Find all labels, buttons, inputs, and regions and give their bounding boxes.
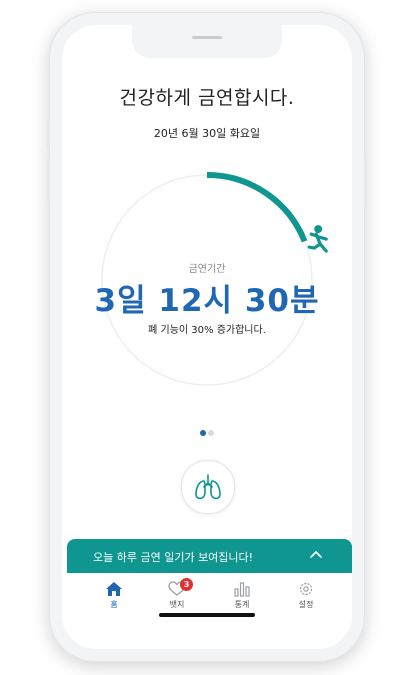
lung-button[interactable] (181, 460, 235, 514)
progress-ring-arc (206, 172, 308, 243)
app-screen: 건강하게 금연합시다. 20년 6월 30일 화요일 금연기간 3일 12시 3… (62, 25, 352, 649)
tab-label: 통계 (234, 600, 250, 609)
phone-side-button (47, 160, 50, 202)
tab-stats[interactable]: 통계 (212, 581, 272, 610)
tab-settings[interactable]: 설정 (276, 581, 336, 610)
quit-period-label: 금연기간 (188, 264, 226, 275)
quit-duration: 3일 12시 30분 (94, 283, 320, 319)
diary-banner-text: 오늘 하루 금연 일기가 보여집니다! (93, 551, 254, 564)
phone-side-button (364, 155, 367, 211)
tab-badges[interactable]: 3 뱃지 (147, 578, 207, 610)
gear-icon (299, 582, 313, 596)
home-icon (106, 582, 122, 596)
page-dot-active[interactable] (200, 430, 206, 436)
lungs-icon (195, 474, 221, 500)
page-dot[interactable] (208, 430, 214, 436)
tab-label: 홈 (110, 600, 118, 609)
phone-side-button (47, 120, 50, 148)
notification-badge: 3 (180, 578, 193, 591)
chevron-up-icon[interactable] (309, 549, 323, 559)
bar-chart-icon (234, 582, 250, 597)
bottom-tab-bar: 홈 3 뱃지 통계 설정 (62, 573, 352, 625)
home-indicator (159, 613, 255, 617)
health-message: 폐 기능이 30% 증가합니다. (148, 325, 266, 336)
tab-home[interactable]: 홈 (84, 581, 144, 610)
progress-ring (101, 172, 328, 386)
tab-label: 뱃지 (169, 600, 185, 609)
tab-label: 설정 (298, 600, 314, 609)
runner-icon (307, 225, 328, 253)
diary-banner[interactable]: 오늘 하루 금연 일기가 보여집니다! (67, 539, 352, 573)
